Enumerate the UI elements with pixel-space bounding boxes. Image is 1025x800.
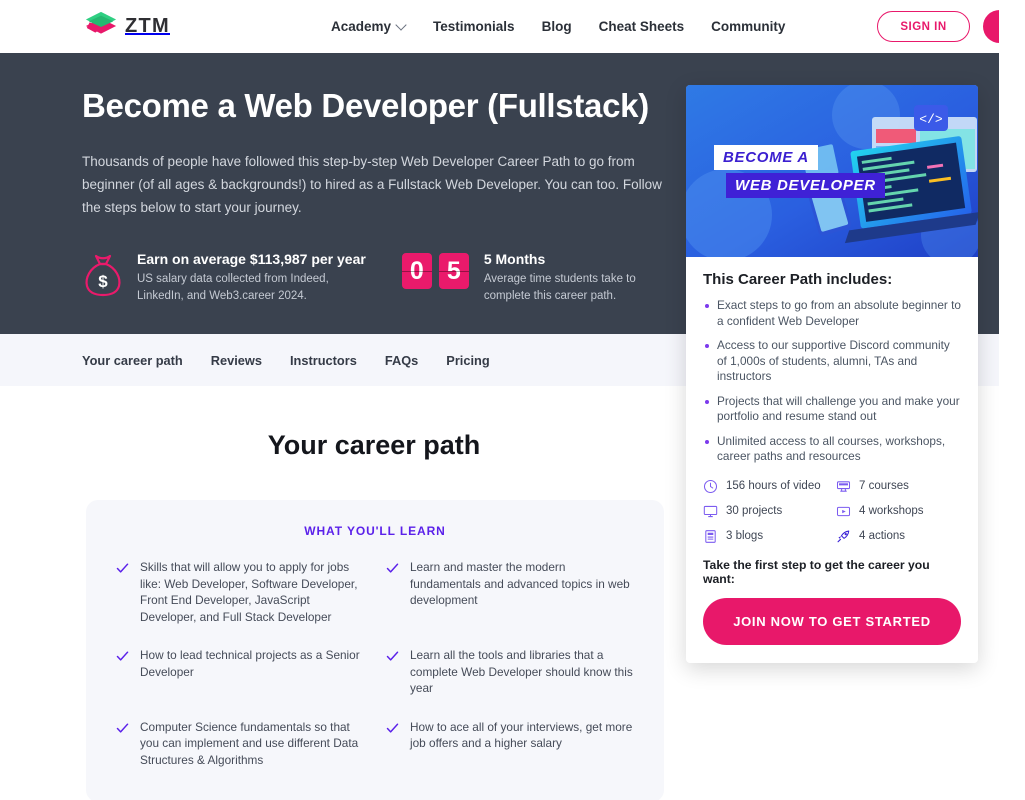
page-root: ZTM Academy Testimonials Blog Cheat Shee… (0, 0, 1012, 800)
top-navigation-bar: ZTM Academy Testimonials Blog Cheat Shee… (0, 0, 1012, 53)
card-bullet-list: Exact steps to go from an absolute begin… (703, 298, 961, 465)
what-youll-learn-grid: Skills that will allow you to apply for … (116, 559, 634, 768)
check-icon (116, 563, 129, 573)
money-bag-icon: $ (85, 254, 121, 297)
subnav-item-instructors[interactable]: Instructors (290, 353, 357, 368)
courses-icon (836, 480, 851, 492)
chevron-down-icon (397, 21, 406, 30)
ztm-logo[interactable]: ZTM (82, 10, 170, 44)
salary-stat-desc: US salary data collected from Indeed, Li… (137, 273, 329, 302)
nav-links: Academy Testimonials Blog Cheat Sheets C… (331, 19, 785, 34)
career-path-card-body: This Career Path includes: Exact steps t… (686, 257, 978, 663)
learn-item-text: How to ace all of your interviews, get m… (410, 719, 633, 751)
subnav-item-your-career-path[interactable]: Your career path (82, 353, 183, 368)
document-icon (705, 529, 716, 543)
svg-text:</>: </> (919, 112, 943, 127)
svg-text:$: $ (98, 272, 108, 291)
card-heading: This Career Path includes: (703, 271, 893, 288)
duration-stat: 5 Months Average time students take to c… (484, 251, 679, 305)
subnav-item-pricing[interactable]: Pricing (446, 353, 489, 368)
check-icon (386, 563, 399, 573)
card-bullet-item: Access to our supportive Discord communi… (703, 338, 961, 385)
stat-workshops: 4 workshops (836, 504, 961, 519)
learn-item: Computer Science fundamentals so that yo… (116, 719, 364, 769)
rocket-icon (837, 530, 850, 542)
check-icon (116, 651, 129, 661)
stat-blogs: 3 blogs (703, 529, 828, 544)
card-cta-label: Take the first step to get the career yo… (703, 557, 930, 586)
stat-hours-of-video-label: 156 hours of video (726, 480, 821, 492)
banner-illustration-icon: </> (686, 85, 978, 257)
learn-item: Learn all the tools and libraries that a… (386, 647, 634, 697)
learn-item-text: Computer Science fundamentals so that yo… (140, 719, 359, 767)
stat-projects: 30 projects (703, 504, 828, 519)
card-bullet-item: Unlimited access to all courses, worksho… (703, 434, 961, 465)
stat-courses: 7 courses (836, 479, 961, 494)
check-icon (386, 651, 399, 661)
nav-item-blog[interactable]: Blog (542, 19, 572, 34)
learn-item: How to ace all of your interviews, get m… (386, 719, 634, 769)
join-now-button[interactable]: JOIN NOW TO GET STARTED (703, 597, 961, 645)
duration-digit-0: 0 (401, 253, 432, 289)
stat-actions: 4 actions (836, 529, 961, 544)
learn-item: Skills that will allow you to apply for … (116, 559, 364, 625)
what-youll-learn-kicker: WHAT YOU'LL LEARN (304, 524, 446, 538)
subnav-item-reviews[interactable]: Reviews (211, 353, 262, 368)
what-youll-learn-box: WHAT YOU'LL LEARN Skills that will allow… (86, 500, 664, 800)
nav-item-community[interactable]: Community (711, 19, 785, 34)
nav-item-academy-label: Academy (331, 19, 392, 34)
nav-item-academy[interactable]: Academy (331, 19, 406, 34)
monitor-icon (703, 505, 718, 517)
duration-flip-counter: 0 5 (401, 253, 469, 289)
nav-actions: SIGN IN JOIN ZERO TO MASTERY (877, 10, 1012, 43)
salary-stat: $ Earn on average $113,987 per year US s… (82, 251, 366, 305)
career-path-banner-image: </> BECOME A WEB DEVELOPER (686, 85, 978, 257)
sign-in-button[interactable]: SIGN IN (877, 11, 970, 42)
clock-icon (703, 479, 718, 493)
learn-item-text: How to lead technical projects as a Seni… (140, 648, 360, 679)
learn-item: How to lead technical projects as a Seni… (116, 647, 364, 697)
banner-label-line1: BECOME A (714, 145, 818, 170)
learn-item-text: Learn and master the modern fundamentals… (410, 560, 630, 607)
subnav-item-faqs[interactable]: FAQs (385, 353, 418, 368)
duration-stat-desc: Average time students take to complete t… (483, 273, 636, 302)
stat-courses-label: 7 courses (859, 480, 909, 492)
career-path-card: </> BECOME A WEB DEVELOPER This Career P… (686, 85, 978, 663)
duration-stat-title: 5 Months (483, 251, 546, 267)
learn-item-text: Learn all the tools and libraries that a… (410, 648, 633, 695)
banner-label-line2: WEB DEVELOPER (726, 173, 885, 198)
stat-actions-label: 4 actions (859, 530, 906, 542)
stat-hours-of-video: 156 hours of video (703, 479, 828, 494)
play-box-icon (836, 506, 851, 516)
card-bullet-item: Exact steps to go from an absolute begin… (703, 298, 961, 329)
section-title: Your career path (267, 430, 481, 460)
scrollbar-gutter[interactable] (999, 0, 1012, 800)
check-icon (116, 722, 129, 733)
card-bullet-item: Projects that will challenge you and mak… (703, 394, 961, 425)
nav-item-cheat-sheets[interactable]: Cheat Sheets (599, 19, 685, 34)
stat-blogs-label: 3 blogs (726, 530, 764, 542)
check-icon (386, 722, 399, 733)
learn-item-text: Skills that will allow you to apply for … (140, 560, 358, 624)
salary-stat-title: Earn on average $113,987 per year (137, 251, 366, 267)
card-stats-grid: 156 hours of video 7 courses 30 projects… (703, 479, 961, 544)
ztm-logo-icon (85, 11, 117, 34)
learn-item: Learn and master the modern fundamentals… (386, 559, 634, 625)
stat-projects-label: 30 projects (726, 505, 783, 517)
hero-subtitle: Thousands of people have followed this s… (82, 154, 662, 215)
nav-item-testimonials[interactable]: Testimonials (433, 19, 515, 34)
duration-digit-1: 5 (438, 253, 469, 289)
ztm-logo-text: ZTM (125, 15, 170, 37)
hero-section: Become a Web Developer (Fullstack) Thous… (0, 53, 1012, 663)
stat-workshops-label: 4 workshops (859, 505, 924, 517)
